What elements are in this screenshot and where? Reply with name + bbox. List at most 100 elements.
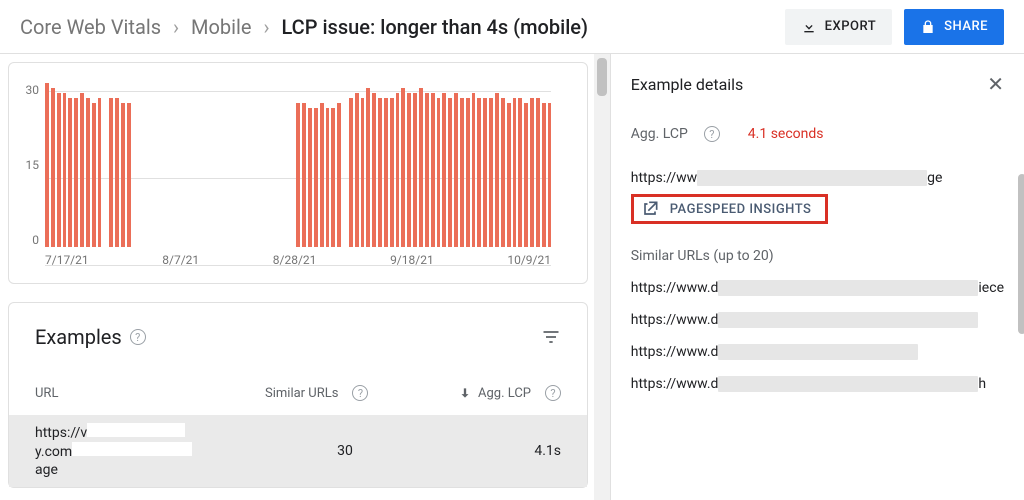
x-tick: 9/18/21: [390, 253, 434, 273]
panel-header: Example details ✕: [631, 72, 1004, 96]
breadcrumb-item-root[interactable]: Core Web Vitals: [20, 15, 161, 39]
url-fragment: https://www.d: [631, 280, 719, 296]
similar-url-item[interactable]: https://www.d: [631, 344, 1004, 360]
url-fragment: iece: [978, 280, 1004, 296]
export-button[interactable]: EXPORT: [785, 9, 892, 45]
chart-bar: [477, 98, 481, 247]
filter-icon[interactable]: [541, 327, 561, 347]
left-column: 30 15 0 7/17/21 8/7/21 8/28/21 9/18/21 1…: [0, 54, 594, 500]
chart-bar: [495, 93, 499, 247]
psi-label: PAGESPEED INSIGHTS: [670, 202, 812, 217]
chart-bar: [86, 98, 90, 247]
examples-card: Examples ? URL Similar URLs ? Agg. LCP ?: [8, 302, 588, 488]
chart-bar: [115, 98, 119, 247]
chart-bar: [372, 93, 376, 247]
chart-bar: [331, 108, 335, 247]
x-tick: 7/17/21: [45, 253, 89, 273]
col-agg[interactable]: Agg. LCP ?: [425, 385, 561, 401]
chart-bar: [431, 93, 435, 247]
agg-lcp-value: 4.1 seconds: [748, 126, 824, 142]
chart-bar: [384, 98, 388, 247]
scrollbar[interactable]: [594, 54, 610, 500]
top-bar: Core Web Vitals › Mobile › LCP issue: lo…: [0, 0, 1024, 54]
chart-bar: [460, 98, 464, 247]
help-icon[interactable]: ?: [130, 329, 146, 345]
breadcrumb-item-current: LCP issue: longer than 4s (mobile): [282, 15, 589, 39]
help-icon[interactable]: ?: [704, 126, 720, 142]
chart-bar: [308, 108, 312, 247]
similar-url-item[interactable]: https://www.d iece: [631, 280, 1004, 296]
x-tick: 10/9/21: [507, 253, 551, 273]
chart-bar: [442, 93, 446, 247]
chart-bar: [45, 83, 49, 247]
chart-bar: [396, 93, 400, 247]
y-tick: 0: [32, 233, 39, 247]
scrollbar-thumb[interactable]: [1018, 174, 1024, 334]
url-fragment: https://www.d: [631, 312, 719, 328]
chart-bar: [57, 93, 61, 247]
chart-bar: [51, 88, 55, 247]
col-similar: Similar URLs ?: [265, 385, 425, 401]
chart-bar: [501, 98, 505, 247]
chart-bar: [524, 103, 528, 247]
open-in-icon: [640, 199, 660, 219]
lock-icon: [920, 19, 936, 35]
url-fragment: https://ww: [631, 170, 697, 186]
redacted-segment: [87, 423, 185, 437]
panel-title: Example details: [631, 75, 744, 94]
chart-bar: [454, 93, 458, 247]
similar-url-item[interactable]: https://www.dh: [631, 376, 1004, 392]
redacted-segment: [718, 280, 978, 296]
row-url: https://v y.com age: [35, 423, 265, 480]
chart-bar: [425, 93, 429, 247]
chart-bar: [326, 108, 330, 247]
export-label: EXPORT: [825, 19, 876, 34]
chart-bar: [437, 98, 441, 247]
breadcrumb-item-mobile[interactable]: Mobile: [191, 15, 251, 39]
chevron-right-icon: ›: [173, 15, 179, 39]
url-fragment: https://www.d: [631, 344, 719, 360]
help-icon[interactable]: ?: [352, 385, 368, 401]
table-row[interactable]: https://v y.com age 30 4.1s: [9, 415, 587, 487]
url-fragment: ge: [927, 170, 942, 186]
chart-bar: [472, 93, 476, 247]
agg-lcp-row: Agg. LCP ? 4.1 seconds: [631, 126, 1004, 142]
chart-bar: [542, 103, 546, 247]
x-tick: 8/28/21: [273, 253, 317, 273]
chart-bar: [419, 88, 423, 247]
chart-bar: [378, 98, 382, 247]
chart-bar: [74, 98, 78, 247]
table-header: URL Similar URLs ? Agg. LCP ?: [35, 385, 561, 401]
chart-bar: [302, 103, 306, 247]
chart-bar: [407, 93, 411, 247]
chart-bar: [355, 93, 359, 247]
scrollbar-thumb[interactable]: [597, 58, 607, 96]
chart-bar: [314, 108, 318, 247]
row-similar: 30: [265, 443, 425, 459]
panel-main-url[interactable]: https://ww ge: [631, 170, 1004, 186]
url-fragment: https://v: [35, 425, 87, 441]
x-tick: 8/7/21: [162, 253, 199, 273]
similar-url-item[interactable]: https://www.d: [631, 312, 1004, 328]
pagespeed-insights-button[interactable]: PAGESPEED INSIGHTS: [631, 194, 829, 224]
chart-bars: [45, 83, 551, 247]
y-tick: 30: [26, 83, 40, 97]
col-similar-label: Similar URLs: [265, 386, 338, 401]
chart-bar: [448, 98, 452, 247]
chart-bar: [68, 98, 72, 247]
breadcrumb[interactable]: Core Web Vitals › Mobile › LCP issue: lo…: [20, 15, 588, 39]
close-icon[interactable]: ✕: [987, 72, 1004, 96]
chart-bar: [390, 98, 394, 247]
share-button[interactable]: SHARE: [904, 9, 1004, 45]
agg-lcp-label: Agg. LCP: [631, 126, 688, 142]
example-details-panel: Example details ✕ Agg. LCP ? 4.1 seconds…: [610, 54, 1024, 500]
chart-bar: [483, 98, 487, 247]
help-icon[interactable]: ?: [545, 385, 561, 401]
chart-bar: [361, 98, 365, 247]
col-url: URL: [35, 386, 265, 401]
chart-bar: [530, 98, 534, 247]
x-axis: 7/17/21 8/7/21 8/28/21 9/18/21 10/9/21: [45, 253, 551, 273]
chart-bar: [121, 103, 125, 247]
chart-bar: [466, 98, 470, 247]
chevron-right-icon: ›: [263, 15, 269, 39]
